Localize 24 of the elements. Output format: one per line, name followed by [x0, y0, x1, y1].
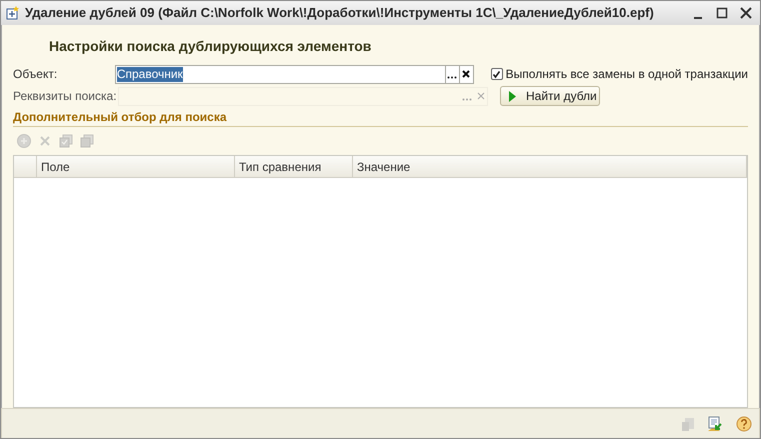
maximize-icon: [716, 7, 728, 19]
clear-icon: [476, 92, 484, 100]
form-icon: [5, 5, 21, 21]
input-field[interactable]: Справочник: [114, 64, 474, 84]
section-title: Дополнительный отбор для поиска: [13, 110, 228, 124]
select-button[interactable]: [444, 66, 459, 82]
checkbox-label: Выполнять все замены в одной транзакции: [506, 66, 748, 83]
help-icon[interactable]: [735, 414, 753, 432]
close-icon: [740, 7, 752, 19]
clear-icon: [462, 70, 470, 78]
ellipsis-icon: [447, 76, 458, 78]
play-icon: [509, 90, 516, 102]
minimize-icon: [694, 17, 702, 19]
ellipsis-icon: [462, 98, 472, 100]
field-label: Объект:: [13, 66, 58, 83]
column-header[interactable]: Тип сравнения: [235, 156, 353, 177]
form-heading: Настройки поиска дублирующихся элементов: [49, 37, 372, 56]
find-duplicates-button[interactable]: Найти дубли: [500, 86, 600, 106]
column-header[interactable]: Значение: [353, 156, 747, 177]
window-title: Удаление дублей 09 (Файл C:\Norfolk Work\!Доработки\!Инструменты 1С\_УдалениеДублей10.epf): [25, 4, 655, 22]
checkbox[interactable]: [490, 68, 503, 80]
field-label: Реквизиты поиска:: [13, 88, 118, 105]
column-header[interactable]: Поле: [37, 156, 235, 177]
field-value: Справочник: [116, 66, 183, 82]
